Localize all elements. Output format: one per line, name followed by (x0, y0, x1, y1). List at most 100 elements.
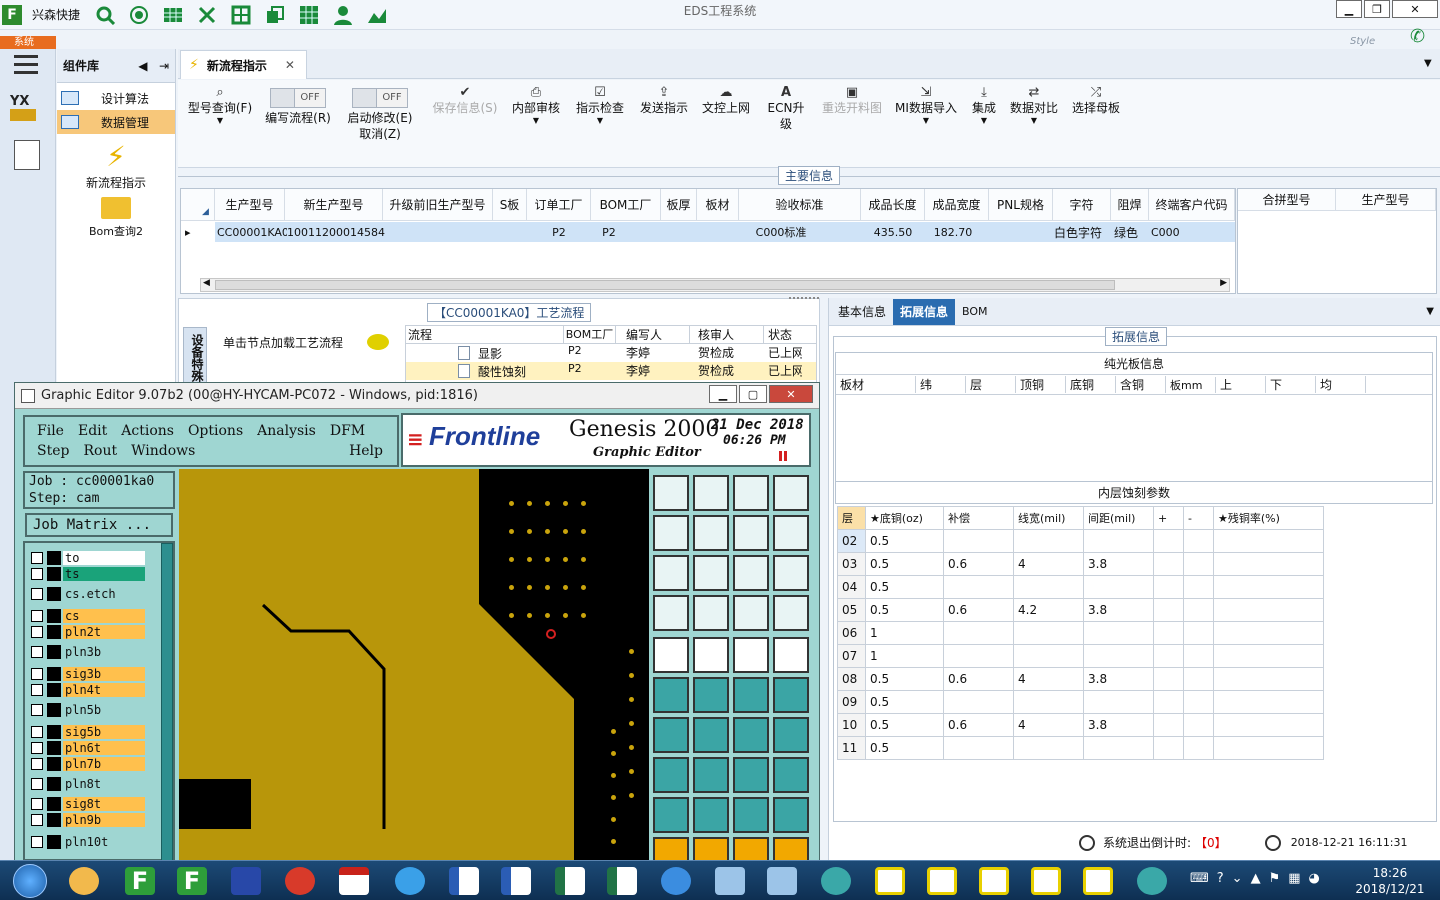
layer-item[interactable]: pln9b (29, 813, 145, 827)
table-cell[interactable] (943, 529, 1014, 553)
model-query-button[interactable]: ⌕ 型号查询(F) ▼ (184, 80, 256, 125)
arc-icon[interactable] (733, 677, 769, 713)
flag-icon[interactable]: ⚑ (1269, 871, 1281, 886)
pointer-icon[interactable] (693, 837, 729, 861)
triangle-icon[interactable] (693, 797, 729, 833)
table-row[interactable]: 05 0.5 0.6 4.2 3.8 (837, 598, 1324, 622)
arc-icon[interactable] (773, 677, 809, 713)
layer-checkbox[interactable] (31, 778, 43, 790)
table-cell[interactable]: 0.5 (865, 598, 944, 622)
layer-item[interactable]: pln2t (29, 625, 145, 639)
cell[interactable]: CC00001KA0 (217, 222, 289, 242)
snap-icon[interactable] (653, 595, 689, 631)
layer-item[interactable]: cs.etch (29, 587, 145, 601)
cell[interactable]: 10011200014584 (287, 222, 385, 242)
table-cell[interactable]: 0.5 (865, 552, 944, 576)
table-row[interactable]: 09 0.5 (837, 690, 1324, 714)
col-header[interactable]: 编写人 (616, 326, 690, 343)
start-edit-toggle[interactable]: OFF 启动修改(E) 取消(Z) (340, 80, 420, 142)
table-row[interactable]: 03 0.5 0.6 4 3.8 (837, 552, 1324, 576)
yx-logo[interactable]: YX (10, 94, 44, 128)
panel-dropdown-icon[interactable]: ▼ (1426, 306, 1434, 317)
layer-item[interactable]: ts (29, 567, 145, 581)
side-tab-equipment[interactable]: 设备特殊 (183, 327, 207, 387)
table-cell[interactable]: 02 (837, 529, 866, 553)
lib-item-data-management[interactable]: 数据管理 (57, 110, 175, 134)
table-cell[interactable]: 0.5 (865, 713, 944, 737)
table-cell[interactable] (1183, 598, 1214, 622)
menu-help[interactable]: Help (349, 443, 383, 459)
menu-rout[interactable]: Rout (83, 443, 117, 459)
move-icon[interactable] (653, 555, 689, 591)
pcb-canvas[interactable] (179, 469, 649, 861)
help-icon[interactable] (773, 555, 809, 591)
splitter-grip[interactable] (789, 297, 819, 299)
genesis-app-icon[interactable] (1128, 864, 1176, 898)
line-icon[interactable] (653, 717, 689, 753)
pin-icon[interactable]: ⇥ (159, 59, 169, 73)
table-cell[interactable] (1183, 713, 1214, 737)
tab-bom[interactable]: BOM (955, 301, 995, 323)
window-thumb-icon[interactable] (758, 864, 806, 898)
close-button[interactable]: ✕ (1392, 0, 1438, 18)
cell[interactable]: P2 (591, 222, 627, 242)
undo-zoom-icon[interactable] (733, 515, 769, 551)
measure-icon[interactable] (733, 757, 769, 793)
table-cell[interactable]: 4 (1013, 552, 1084, 576)
col-header[interactable]: 核审人 (690, 326, 764, 343)
col-header[interactable]: 新生产型号 (285, 189, 383, 221)
pointer-icon[interactable] (773, 837, 809, 861)
menu-file[interactable]: File (37, 423, 64, 439)
help-icon[interactable]: ? (1217, 871, 1224, 886)
cell[interactable]: 白色字符 (1053, 222, 1103, 242)
layer-item[interactable]: pln7b (29, 757, 145, 771)
table-cell[interactable]: 0.6 (943, 552, 1014, 576)
table-cell[interactable]: 0.5 (865, 690, 944, 714)
cell[interactable]: C000标准 (741, 222, 821, 242)
table-cell[interactable] (1153, 667, 1184, 691)
table-cell[interactable] (1213, 713, 1324, 737)
table-cell[interactable]: 3.8 (1083, 598, 1154, 622)
cross-icon[interactable] (693, 677, 729, 713)
col-header[interactable]: 终端客户代码 (1149, 189, 1235, 221)
table-cell[interactable] (1153, 621, 1184, 645)
xwindow-icon[interactable] (1074, 864, 1122, 898)
menu-icon[interactable] (14, 55, 38, 74)
pad-icon[interactable] (773, 637, 809, 673)
table-cell[interactable] (1153, 736, 1184, 760)
table-cell[interactable] (1213, 667, 1324, 691)
menu-analysis[interactable]: Analysis (257, 423, 316, 439)
table-cell[interactable] (1183, 575, 1214, 599)
cell[interactable]: 绿色 (1111, 222, 1141, 242)
table-cell[interactable]: 07 (837, 644, 866, 668)
table-cell[interactable]: 3.8 (1083, 667, 1154, 691)
lib-item-new-process[interactable]: ⚡ 新流程指示 (57, 140, 175, 191)
tab-ext-info[interactable]: 拓展信息 (893, 298, 956, 325)
table-cell[interactable] (943, 621, 1014, 645)
pdf-icon[interactable] (330, 864, 378, 898)
line-icon[interactable] (693, 717, 729, 753)
layer-scrollbar[interactable] (161, 543, 173, 861)
table-cell[interactable] (1183, 552, 1214, 576)
layer-checkbox[interactable] (31, 742, 43, 754)
table-cell[interactable] (1213, 552, 1324, 576)
layer-checkbox[interactable] (31, 668, 43, 680)
table-cell[interactable]: 3.8 (1083, 552, 1154, 576)
menu-windows[interactable]: Windows (131, 443, 195, 459)
col-header[interactable]: BOM工厂 (564, 326, 616, 343)
phone-icon[interactable]: ✆ (1410, 26, 1425, 47)
table-cell[interactable] (1153, 644, 1184, 668)
table-cell[interactable] (1013, 736, 1084, 760)
pointer-icon[interactable] (733, 837, 769, 861)
layer-item[interactable]: to (29, 551, 145, 565)
tab-close-icon[interactable]: ✕ (285, 58, 295, 72)
layer-checkbox[interactable] (31, 704, 43, 716)
col-header[interactable]: PNL规格 (989, 189, 1053, 221)
layer-checkbox[interactable] (31, 646, 43, 658)
table-cell[interactable] (1183, 690, 1214, 714)
layer-checkbox[interactable] (31, 568, 43, 580)
table-cell[interactable] (1013, 529, 1084, 553)
node-icon[interactable] (653, 757, 689, 793)
table-cell[interactable] (1083, 690, 1154, 714)
table-cell[interactable]: 1 (865, 621, 944, 645)
